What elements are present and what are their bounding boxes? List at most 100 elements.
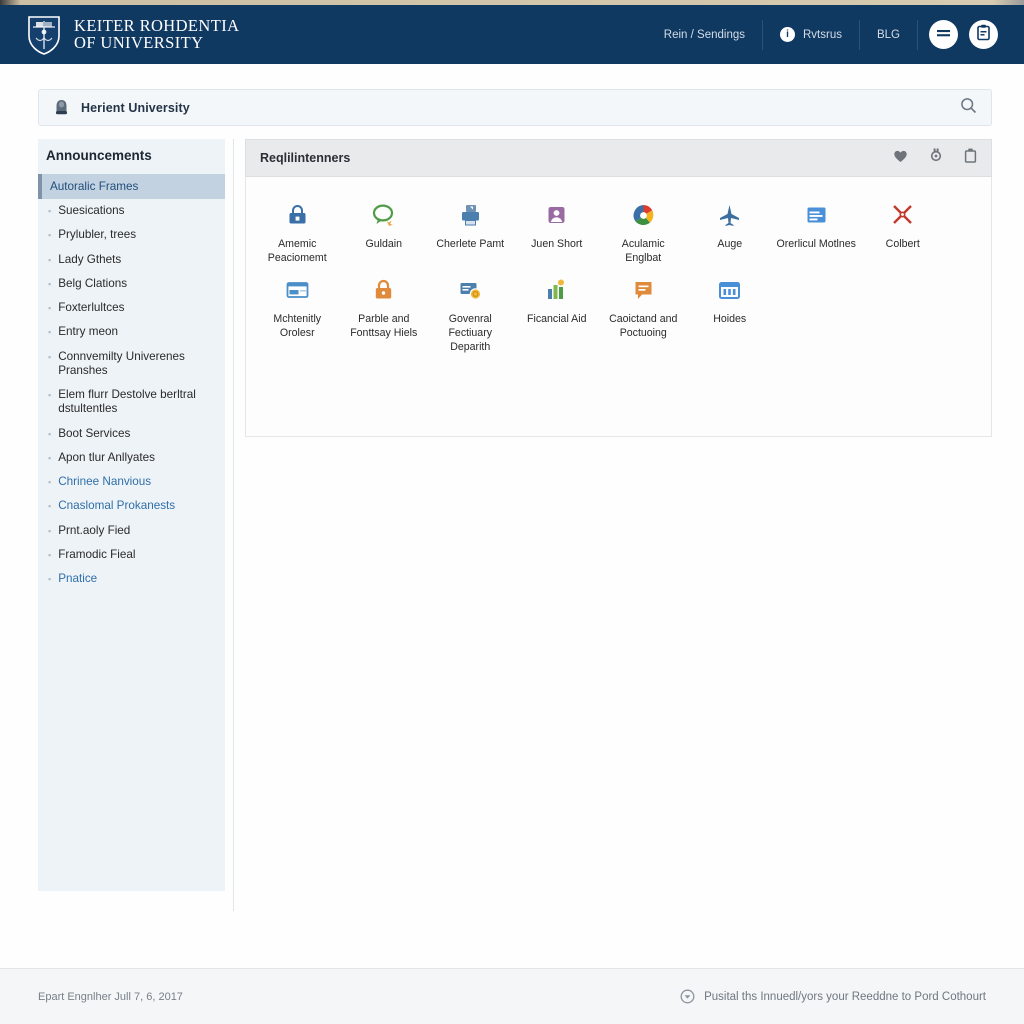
sidebar-item-label: Connvemilty Univerenes Pranshes	[58, 349, 185, 377]
blue-lock-briefcase-icon	[284, 199, 311, 229]
nav-item-blg[interactable]: BLG	[860, 20, 917, 50]
footer: Epart Engnlher Jull 7, 6, 2017 Pusital t…	[0, 968, 1024, 1024]
sidebar-item-label: Chrinee Nanvious	[58, 475, 152, 489]
tile-mchtenitly-orolesr[interactable]: Mchtenitly Orolesr	[254, 266, 341, 355]
settings-icon[interactable]	[929, 148, 943, 168]
sidebar-item[interactable]: ▪ Belg Clations	[38, 272, 225, 296]
tile-label: Colbert	[885, 238, 920, 250]
brand-logo[interactable]: KEITER ROHDENTIA OF UNIVERSITY	[27, 14, 239, 56]
sidebar-item[interactable]: ▪ Elem flurr Destolve berltral dstultent…	[38, 383, 225, 422]
sidebar-item-label: Elem flurr Destolve berltral dstultentle…	[58, 388, 196, 416]
bullet-icon: ▪	[48, 278, 52, 289]
sidebar-item-label: Cnaslomal Prokanests	[58, 499, 176, 513]
tile-label: Auge	[717, 238, 743, 250]
bullet-icon: ▪	[48, 230, 52, 241]
blue-printer-icon	[457, 199, 484, 229]
tile-label: Mchtenitly Orolesr	[273, 312, 322, 339]
panel-title: Reqlilintenners	[260, 151, 351, 165]
sidebar-item-label: Boot Services	[58, 426, 131, 440]
tile-label: Orerlicul Motlnes	[776, 238, 856, 250]
menu-button[interactable]	[929, 20, 958, 49]
panel-header-actions	[893, 148, 977, 168]
sidebar-item[interactable]: ▪ Prnt.aoly Fied	[38, 519, 225, 543]
search-input[interactable]: Herient University	[81, 101, 190, 115]
nav-item-settings-label: Rein / Sendings	[663, 28, 745, 41]
tile-colbert[interactable]: Colbert	[860, 191, 947, 266]
menu-lines-icon	[936, 26, 951, 44]
tile-juen-short[interactable]: Juen Short	[514, 191, 601, 266]
tile-row-1: Amemic Peaciomemt Guldain Cherlete Pamt …	[254, 191, 983, 266]
nav-item-blg-label: BLG	[876, 28, 900, 41]
sidebar-item-label: Suesications	[58, 204, 125, 217]
tile-label: Ficancial Aid	[527, 312, 587, 325]
sidebar-item-label: Entry meon	[58, 325, 118, 339]
sidebar-item[interactable]: ▪ Foxterlultces	[38, 296, 225, 320]
sidebar-item-selected[interactable]: Autoralic Frames	[38, 174, 225, 199]
tile-aculamic-englbat[interactable]: Aculamic Englbat	[600, 191, 687, 266]
main-panel: Reqlilintenners Amemic Peaciomemt Guldai…	[245, 139, 992, 437]
sidebar-item[interactable]: ▪ Connvemilty Univerenes Pranshes	[38, 345, 225, 384]
circle-arrow-down-icon	[680, 989, 695, 1004]
tile-row-2: Mchtenitly Orolesr Parble and Fonttsay H…	[254, 266, 983, 355]
nav-item-reviews[interactable]: i Rvtsrus	[763, 20, 859, 50]
sidebar-item[interactable]: ▪ Prylubler, trees	[38, 223, 225, 247]
sidebar-item[interactable]: ▪ Lady Gthets	[38, 248, 225, 272]
sidebar-item[interactable]: ▪ Boot Services	[38, 422, 225, 446]
nav-item-settings[interactable]: Rein / Sendings	[647, 20, 762, 50]
tile-label: Guldain	[365, 238, 402, 250]
tile-label: Hoides	[713, 312, 747, 325]
bullet-icon: ▪	[48, 327, 52, 338]
bullet-icon: ▪	[48, 390, 52, 401]
tile-hoides[interactable]: Hoides	[687, 266, 774, 355]
sidebar-item-label: Framodic Fieal	[58, 547, 136, 561]
tile-guldain[interactable]: Guldain	[341, 191, 428, 266]
tile-ficancial-aid[interactable]: Ficancial Aid	[514, 266, 601, 355]
tile-label: Juen Short	[531, 238, 583, 250]
tile-label: Caoictand and Poctuoing	[609, 312, 678, 339]
bullet-icon: ▪	[48, 477, 52, 488]
tile-auge[interactable]: Auge	[687, 191, 774, 266]
sidebar-item[interactable]: ▪ Cnaslomal Prokanests	[38, 494, 225, 518]
site-header: KEITER ROHDENTIA OF UNIVERSITY Rein / Se…	[0, 5, 1024, 64]
tile-label: Amemic Peaciomemt	[267, 238, 327, 264]
sidebar-item-label: Pnatice	[58, 572, 98, 586]
bullet-icon: ▪	[48, 525, 52, 536]
sidebar-item[interactable]: ▪ Suesications	[38, 199, 225, 223]
sidebar-item-label: Foxterlultces	[58, 301, 125, 315]
sidebar-item[interactable]: ▪ Apon tlur Anllyates	[38, 446, 225, 470]
blue-document-window-icon	[803, 199, 830, 229]
tile-caoictand-and-poctuoing[interactable]: Caoictand and Poctuoing	[600, 266, 687, 355]
orange-note-icon	[630, 274, 657, 304]
trash-icon[interactable]	[964, 148, 977, 168]
sidebar-item[interactable]: ▪ Chrinee Nanvious	[38, 470, 225, 494]
tile-label: Parble and Fonttsay Hiels	[350, 312, 418, 339]
tile-amemic-peaciomemt[interactable]: Amemic Peaciomemt	[254, 191, 341, 266]
bullet-icon: ▪	[48, 501, 52, 512]
search-icon[interactable]	[960, 97, 977, 119]
search-bar[interactable]: Herient University	[38, 89, 992, 126]
shield-bell-icon	[53, 99, 70, 117]
nav-item-reviews-label: Rvtsrus	[803, 28, 842, 41]
footer-right-link[interactable]: Pusital ths Innuedl/yors your Reeddne to…	[680, 989, 986, 1004]
nav-divider	[917, 19, 918, 50]
tile-orerlicul-motlnes[interactable]: Orerlicul Motlnes	[773, 191, 860, 266]
tile-label: Govenral Fectiuary Deparith	[448, 312, 493, 353]
sidebar-item[interactable]: ▪ Framodic Fieal	[38, 543, 225, 567]
clipboard-button[interactable]	[969, 20, 998, 49]
blue-calendar-icon	[716, 274, 743, 304]
brand-line-1: KEITER ROHDENTIA	[74, 15, 240, 35]
heart-icon[interactable]	[893, 149, 908, 168]
tile-parble-and-fonttsay-hiels[interactable]: Parble and Fonttsay Hiels	[341, 266, 428, 355]
multicolor-pie-icon	[630, 199, 657, 229]
brand-text: KEITER ROHDENTIA OF UNIVERSITY	[74, 15, 240, 52]
red-cross-swords-icon	[889, 199, 916, 229]
green-speech-bubble-icon	[370, 199, 397, 229]
sidebar-item[interactable]: ▪ Pnatice	[38, 567, 225, 591]
tile-govenral-fectiuary-deparith[interactable]: Govenral Fectiuary Deparith	[427, 266, 514, 355]
sidebar-item[interactable]: ▪ Entry meon	[38, 320, 225, 344]
panel-header: Reqlilintenners	[245, 139, 992, 177]
tile-cherlete-pamt[interactable]: Cherlete Pamt	[427, 191, 514, 266]
tile-label: Aculamic Englbat	[621, 238, 665, 264]
bullet-icon: ▪	[48, 574, 52, 585]
purple-person-card-icon	[543, 199, 570, 229]
